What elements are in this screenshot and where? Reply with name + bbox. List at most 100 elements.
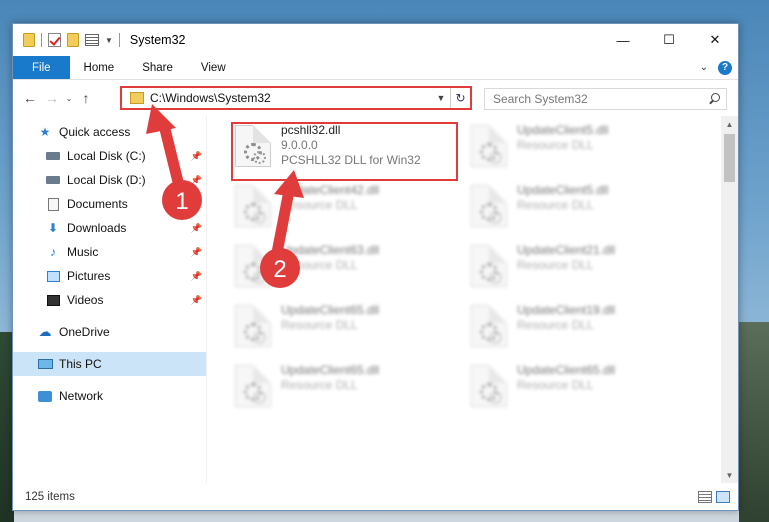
refresh-icon[interactable]: ↻ xyxy=(450,88,470,108)
file-name: UpdateClient65.dll xyxy=(517,363,616,377)
tab-view[interactable]: View xyxy=(187,56,240,79)
help-icon[interactable]: ? xyxy=(718,60,732,75)
address-path[interactable]: C:\Windows\System32 xyxy=(150,91,432,105)
video-icon xyxy=(45,293,61,307)
file-type: Resource DLL xyxy=(517,138,594,152)
file-name: UpdateClient21.dll xyxy=(517,243,616,257)
star-icon: ★ xyxy=(39,125,51,139)
search-input[interactable]: Search System32 xyxy=(484,88,727,110)
gear-icon xyxy=(479,200,502,224)
address-bar[interactable]: C:\Windows\System32 ▼ ↻ xyxy=(120,86,472,110)
toolbar-divider xyxy=(41,33,42,47)
gear-icon xyxy=(479,140,502,164)
gear-icon xyxy=(479,260,502,284)
pin-icon: 📌 xyxy=(190,270,202,281)
file-name: UpdateClient42.dll xyxy=(281,183,380,197)
details-view-icon[interactable] xyxy=(698,490,712,503)
ribbon-tabs: File Home Share View ⌄ ? xyxy=(13,56,738,80)
sidebar-item-label: This PC xyxy=(59,357,102,371)
dll-file-icon xyxy=(235,185,271,227)
file-name: UpdateClient5.dll xyxy=(517,123,609,137)
file-name: UpdateClient65.dll xyxy=(281,363,380,377)
file-name: UpdateClient5.dll xyxy=(517,183,609,197)
expand-ribbon-icon[interactable]: ⌄ xyxy=(700,62,708,73)
list-properties-icon[interactable] xyxy=(85,34,99,46)
up-arrow-icon[interactable]: ↑ xyxy=(75,87,97,109)
sidebar-item-local-disk-c[interactable]: Local Disk (C:) 📌 xyxy=(13,144,206,168)
title-bar: ▼ System32 — ☐ ✕ xyxy=(13,24,738,56)
sidebar-item-onedrive[interactable]: ☁ OneDrive xyxy=(13,320,206,344)
vertical-scrollbar[interactable]: ▲ ▼ xyxy=(721,116,738,483)
ribbon-right-controls: ⌄ ? xyxy=(700,56,738,79)
sidebar-item-pictures[interactable]: Pictures 📌 xyxy=(13,264,206,288)
scrollbar-thumb[interactable] xyxy=(724,134,735,182)
file-explorer-window: ▼ System32 — ☐ ✕ File Home Share View ⌄ … xyxy=(12,23,739,511)
file-tile-text: UpdateClient42.dll Resource DLL xyxy=(281,183,379,235)
file-name: UpdateClient19.dll xyxy=(517,303,616,317)
file-tile[interactable]: UpdateClient65.dll Resource DLL xyxy=(235,363,465,415)
dll-file-icon xyxy=(471,245,507,287)
file-tile-text: UpdateClient63.dll Resource DLL xyxy=(281,243,379,295)
recent-locations-chevron-icon[interactable]: ⌄ xyxy=(63,87,75,109)
sidebar-item-quick-access[interactable]: ★ Quick access xyxy=(13,120,206,144)
window-controls: — ☐ ✕ xyxy=(600,24,738,56)
minimize-button[interactable]: — xyxy=(600,24,646,56)
file-tile[interactable]: UpdateClient21.dll Resource DLL xyxy=(471,243,701,295)
file-tile[interactable]: UpdateClient19.dll Resource DLL xyxy=(471,303,701,355)
file-type: Resource DLL xyxy=(517,318,594,332)
sidebar-item-videos[interactable]: Videos 📌 xyxy=(13,288,206,312)
sidebar-item-this-pc[interactable]: This PC xyxy=(13,352,206,376)
file-name: UpdateClient63.dll xyxy=(281,243,380,257)
search-icon[interactable] xyxy=(708,93,720,105)
dll-file-icon xyxy=(471,305,507,347)
item-count: 125 items xyxy=(25,490,75,503)
scroll-down-icon[interactable]: ▼ xyxy=(721,467,738,483)
sidebar-item-label: Network xyxy=(59,389,104,403)
sidebar-item-network[interactable]: Network xyxy=(13,384,206,408)
sidebar-item-downloads[interactable]: ⬇ Downloads 📌 xyxy=(13,216,206,240)
file-tile-text: UpdateClient19.dll Resource DLL xyxy=(517,303,615,355)
close-button[interactable]: ✕ xyxy=(692,24,738,56)
file-tile[interactable]: UpdateClient5.dll Resource DLL xyxy=(471,183,701,235)
disk-icon xyxy=(45,149,61,163)
scroll-up-icon[interactable]: ▲ xyxy=(721,116,738,132)
pin-icon: 📌 xyxy=(190,222,202,233)
file-tile[interactable]: UpdateClient65.dll Resource DLL xyxy=(471,363,701,415)
sidebar-item-music[interactable]: ♪ Music 📌 xyxy=(13,240,206,264)
new-folder-icon[interactable] xyxy=(67,33,79,47)
address-dropdown-icon[interactable]: ▼ xyxy=(432,93,450,103)
properties-check-icon[interactable] xyxy=(48,33,61,47)
file-tile[interactable]: UpdateClient42.dll Resource DLL xyxy=(235,183,465,235)
tab-share[interactable]: Share xyxy=(128,56,187,79)
gear-icon xyxy=(243,380,266,404)
tab-file[interactable]: File xyxy=(13,56,70,79)
sidebar-item-documents[interactable]: Documents 📌 xyxy=(13,192,206,216)
forward-arrow-icon[interactable]: → xyxy=(41,87,63,109)
sidebar-item-label: Downloads xyxy=(67,221,127,235)
file-name: UpdateClient65.dll xyxy=(281,303,380,317)
dll-file-icon xyxy=(235,245,271,287)
sidebar-item-local-disk-d[interactable]: Local Disk (D:) 📌 xyxy=(13,168,206,192)
search-placeholder: Search System32 xyxy=(493,92,588,106)
sidebar-item-label: Quick access xyxy=(59,125,131,139)
dll-file-icon xyxy=(235,365,271,407)
sidebar-item-label: Pictures xyxy=(67,269,111,283)
highlight-box-file xyxy=(231,122,458,181)
file-tile[interactable]: UpdateClient65.dll Resource DLL xyxy=(235,303,465,355)
folder-icon xyxy=(23,33,35,47)
sidebar-item-label: Videos xyxy=(67,293,104,307)
back-arrow-icon[interactable]: ← xyxy=(19,87,41,109)
gear-icon xyxy=(479,380,502,404)
maximize-button[interactable]: ☐ xyxy=(646,24,692,56)
file-tile[interactable]: UpdateClient63.dll Resource DLL xyxy=(235,243,465,295)
file-tile-text: UpdateClient65.dll Resource DLL xyxy=(281,303,379,355)
large-icons-view-icon[interactable] xyxy=(716,490,730,503)
file-type: Resource DLL xyxy=(517,258,594,272)
quick-access-toolbar: ▼ xyxy=(13,33,120,47)
pin-icon: 📌 xyxy=(190,294,202,305)
gear-icon xyxy=(243,320,266,344)
dll-file-icon xyxy=(471,185,507,227)
customize-caret-icon[interactable]: ▼ xyxy=(105,36,113,45)
tab-home[interactable]: Home xyxy=(70,56,129,79)
file-tile[interactable]: UpdateClient5.dll Resource DLL xyxy=(471,123,701,175)
